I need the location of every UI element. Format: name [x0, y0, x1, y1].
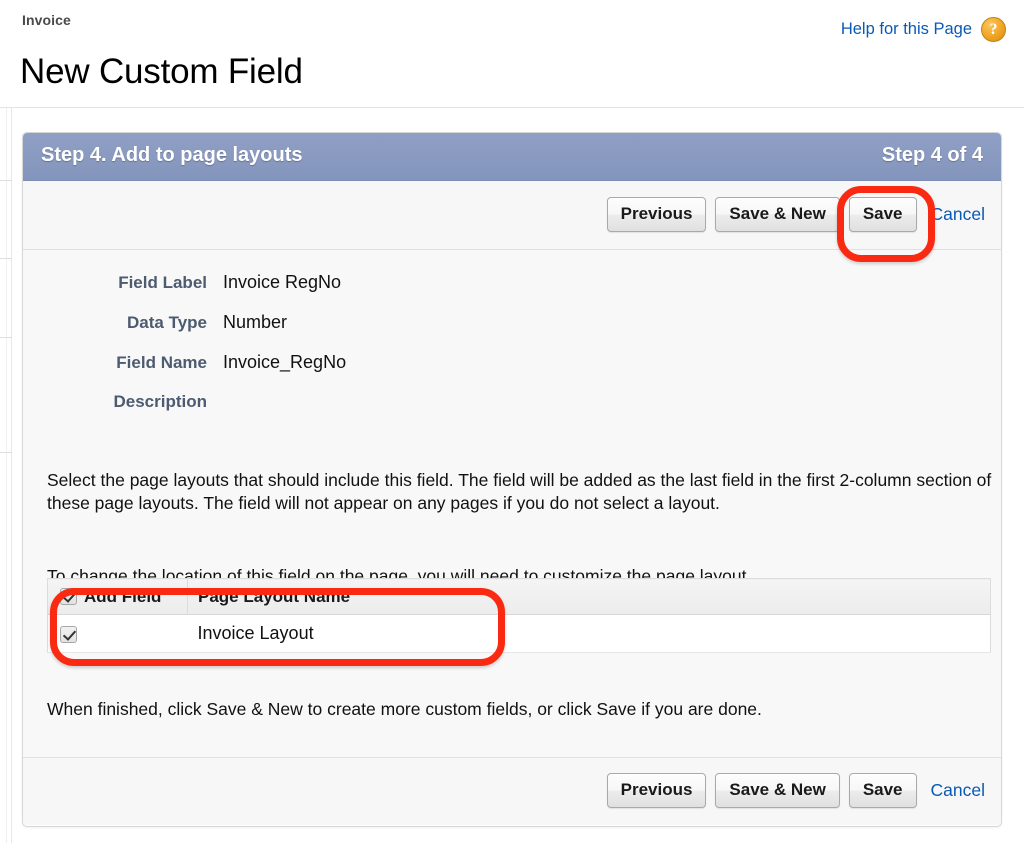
column-header-label: Add Field	[84, 586, 162, 606]
detail-value: Number	[223, 312, 288, 332]
previous-button-top[interactable]: Previous	[606, 197, 707, 232]
detail-row: Data Type Number	[23, 312, 1001, 352]
previous-button-bottom[interactable]: Previous	[606, 773, 707, 808]
step-header-bar: Step 4. Add to page layouts Step 4 of 4	[23, 133, 1001, 181]
add-field-checkbox[interactable]	[60, 625, 77, 643]
save-button-top[interactable]: Save	[848, 197, 917, 232]
field-detail-list: Field Label Invoice RegNo Data Type Numb…	[23, 272, 1001, 432]
step-title: Step 4. Add to page layouts	[41, 144, 303, 166]
step-counter: Step 4 of 4	[881, 144, 983, 166]
detail-row: Field Label Invoice RegNo	[23, 272, 1001, 312]
cancel-link-bottom[interactable]: Cancel	[931, 780, 985, 801]
select-all-checkbox[interactable]	[60, 588, 77, 605]
rail-divider	[0, 452, 12, 453]
rail-edge-line	[6, 0, 7, 843]
page-header: Invoice New Custom Field Help for this P…	[0, 0, 1024, 108]
detail-label: Description	[113, 392, 207, 411]
rail-divider	[0, 337, 12, 338]
detail-row: Field Name Invoice_RegNo	[23, 352, 1001, 392]
detail-label: Field Label	[118, 273, 207, 292]
table-header-row: Add Field Page Layout Name	[47, 578, 991, 615]
page-layout-table: Add Field Page Layout Name Invoice Layou…	[47, 578, 991, 653]
help-for-this-page-link[interactable]: Help for this Page	[841, 20, 972, 39]
save-and-new-button-bottom[interactable]: Save & New	[715, 773, 840, 808]
row-add-field-cell	[47, 614, 188, 653]
table-row: Invoice Layout	[47, 614, 991, 653]
left-rail	[0, 0, 12, 843]
detail-value: Invoice_RegNo	[223, 352, 347, 372]
help-question-icon[interactable]: ?	[981, 17, 1006, 42]
page-root: Invoice New Custom Field Help for this P…	[0, 0, 1024, 843]
save-button-bottom[interactable]: Save	[848, 773, 917, 808]
column-header-page-layout-name: Page Layout Name	[187, 578, 991, 615]
detail-value: Invoice RegNo	[223, 272, 342, 292]
new-custom-field-card: Step 4. Add to page layouts Step 4 of 4 …	[22, 132, 1002, 827]
cancel-link-top[interactable]: Cancel	[931, 204, 985, 225]
breadcrumb: Invoice	[22, 12, 71, 28]
save-and-new-button-top[interactable]: Save & New	[715, 197, 840, 232]
detail-label: Data Type	[127, 313, 207, 332]
top-button-row: Previous Save & New Save Cancel	[23, 181, 1001, 250]
rail-divider	[0, 180, 12, 181]
bottom-button-row: Previous Save & New Save Cancel	[23, 757, 1001, 825]
detail-row: Description	[23, 392, 1001, 432]
rail-divider	[0, 258, 12, 259]
page-title: New Custom Field	[20, 52, 303, 92]
intro-paragraph: Select the page layouts that should incl…	[47, 469, 992, 514]
row-page-layout-name: Invoice Layout	[187, 614, 991, 653]
detail-label: Field Name	[116, 353, 207, 372]
finish-paragraph: When finished, click Save & New to creat…	[47, 698, 762, 719]
column-header-add-field: Add Field	[47, 578, 188, 615]
card-body: Field Label Invoice RegNo Data Type Numb…	[23, 250, 1001, 757]
